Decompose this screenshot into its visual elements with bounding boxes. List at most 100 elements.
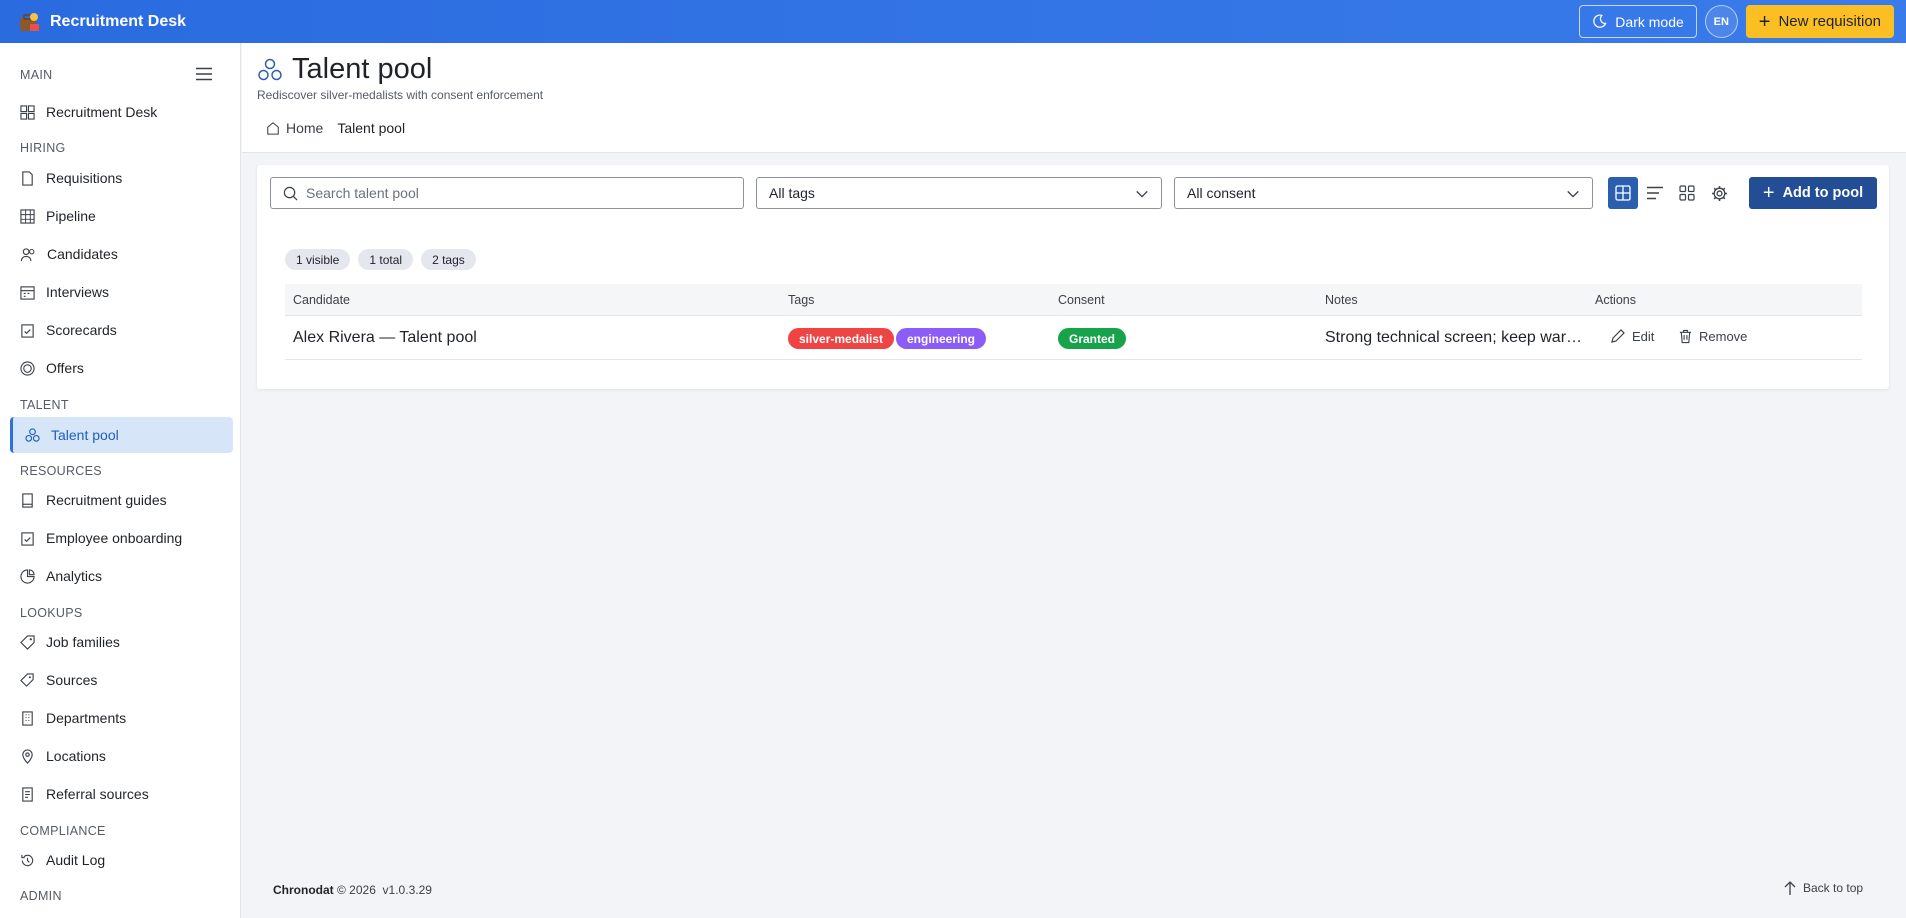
page-subtitle: Rediscover silver-medalists with consent… xyxy=(257,88,544,102)
clipboard-check-icon xyxy=(21,531,34,546)
edit-button[interactable]: Edit xyxy=(1610,328,1654,344)
sidebar-item-label: Departments xyxy=(46,710,127,726)
footer-company: Chronodat xyxy=(273,883,334,897)
plus-icon: + xyxy=(1762,182,1775,204)
home-icon xyxy=(267,122,279,135)
breadcrumb-home-label: Home xyxy=(286,120,324,136)
history-icon xyxy=(21,854,34,866)
sidebar-item-job-families[interactable]: Job families xyxy=(10,625,233,659)
sidebar-item-departments[interactable]: Departments xyxy=(10,701,233,735)
sidebar-item-candidates[interactable]: Candidates xyxy=(10,237,233,271)
arrow-up-icon xyxy=(1784,881,1796,895)
brand[interactable]: Recruitment Desk xyxy=(18,11,186,33)
sidebar-item-label: Analytics xyxy=(46,568,103,584)
sidebar-item-label: Locations xyxy=(46,748,106,764)
sidebar-item-recruitment-guides[interactable]: Recruitment guides xyxy=(10,483,233,517)
search-input[interactable] xyxy=(306,185,726,201)
sidebar-item-label: Referral sources xyxy=(46,786,149,802)
column-header-notes[interactable]: Notes xyxy=(1325,293,1358,307)
sidebar-item-interviews[interactable]: Interviews xyxy=(10,275,233,309)
remove-button[interactable]: Remove xyxy=(1678,328,1747,344)
section-label-resources: RESOURCES xyxy=(20,464,102,478)
table-icon xyxy=(1615,185,1631,201)
sidebar-item-recruitment-desk[interactable]: Recruitment Desk xyxy=(10,95,233,129)
tag-badge-engineering: engineering xyxy=(896,328,987,349)
sidebar-item-label: Talent pool xyxy=(51,427,119,443)
search-box[interactable] xyxy=(270,177,744,209)
breadcrumb: Home Talent pool xyxy=(266,120,405,136)
column-header-candidate[interactable]: Candidate xyxy=(293,293,350,307)
section-label-admin: ADMIN xyxy=(20,889,62,903)
sidebar-item-label: Recruitment guides xyxy=(46,492,167,508)
sidebar-item-scorecards[interactable]: Scorecards xyxy=(10,313,233,347)
sidebar-item-label: Candidates xyxy=(47,246,118,262)
sidebar-item-label: Audit Log xyxy=(46,852,106,868)
column-header-consent[interactable]: Consent xyxy=(1058,293,1105,307)
sidebar-item-employee-onboarding[interactable]: Employee onboarding xyxy=(10,521,233,555)
consent-filter-value: All consent xyxy=(1187,185,1256,201)
sidebar-item-audit-log[interactable]: Audit Log xyxy=(10,843,233,877)
sidebar-item-locations[interactable]: Locations xyxy=(10,739,233,773)
talent-pool-icon xyxy=(257,58,283,89)
sidebar-item-label: Offers xyxy=(46,360,84,376)
breadcrumb-home[interactable]: Home xyxy=(266,120,323,136)
new-requisition-label: New requisition xyxy=(1778,13,1881,30)
tags-filter-select[interactable]: All tags xyxy=(756,177,1162,209)
sidebar-item-referral-sources[interactable]: Referral sources xyxy=(10,777,233,811)
grid-icon xyxy=(20,208,35,224)
settings-button[interactable] xyxy=(1704,177,1734,209)
chevron-down-icon xyxy=(1136,190,1148,198)
chart-pie-icon xyxy=(20,568,35,584)
sidebar-item-pipeline[interactable]: Pipeline xyxy=(10,199,233,233)
gear-icon xyxy=(1711,185,1727,201)
sidebar-item-label: Recruitment Desk xyxy=(46,104,158,120)
grid-view-button[interactable] xyxy=(1672,177,1702,209)
sidebar-item-talent-pool[interactable]: Talent pool xyxy=(10,417,233,453)
hamburger-menu-icon[interactable] xyxy=(196,67,212,86)
sidebar: MAIN Recruitment Desk HIRING Requisition… xyxy=(0,43,241,918)
new-requisition-button[interactable]: + New requisition xyxy=(1745,5,1894,38)
summary-chips: 1 visible 1 total 2 tags xyxy=(285,249,484,270)
remove-label: Remove xyxy=(1699,328,1748,344)
sidebar-item-label: Scorecards xyxy=(46,322,117,338)
top-bar: Recruitment Desk Dark mode EN + New requ… xyxy=(0,0,1906,43)
add-to-pool-button[interactable]: + Add to pool xyxy=(1749,177,1877,209)
section-label-lookups: LOOKUPS xyxy=(20,606,83,620)
total-count-chip: 1 total xyxy=(358,249,414,270)
column-header-tags[interactable]: Tags xyxy=(788,293,814,307)
tags-filter-value: All tags xyxy=(769,185,815,201)
table-row[interactable]: Alex Rivera — Talent pool silver-medalis… xyxy=(285,316,1862,360)
edit-label: Edit xyxy=(1632,328,1655,344)
building-icon xyxy=(22,710,33,726)
dashboard-icon xyxy=(20,104,35,120)
sidebar-item-sources[interactable]: Sources xyxy=(10,663,233,697)
language-switcher[interactable]: EN xyxy=(1704,5,1738,38)
talent-pool-card: All tags All consent + Add to pool 1 vis… xyxy=(257,165,1889,389)
tag-icon xyxy=(20,634,35,650)
chevron-down-icon xyxy=(1567,190,1579,198)
target-icon xyxy=(20,360,35,376)
list-view-button[interactable] xyxy=(1640,177,1670,209)
page-header: Talent pool Rediscover silver-medalists … xyxy=(242,43,1906,153)
section-label-compliance: COMPLIANCE xyxy=(20,824,106,838)
talent-pool-icon xyxy=(25,427,40,442)
footer-info: Chronodat © 2026 v1.0.3.29 xyxy=(273,883,432,897)
consent-filter-select[interactable]: All consent xyxy=(1174,177,1593,209)
brand-name: Recruitment Desk xyxy=(50,12,187,30)
sidebar-item-label: Interviews xyxy=(46,284,110,300)
pencil-icon xyxy=(1611,329,1625,343)
table-view-button[interactable] xyxy=(1608,177,1638,209)
sidebar-item-analytics[interactable]: Analytics xyxy=(10,559,233,593)
back-to-top-link[interactable]: Back to top xyxy=(1783,880,1863,896)
sidebar-item-requisitions[interactable]: Requisitions xyxy=(10,161,233,195)
candidate-name[interactable]: Alex Rivera — Talent pool xyxy=(293,329,477,347)
breadcrumb-current: Talent pool xyxy=(337,120,406,136)
dark-mode-label: Dark mode xyxy=(1615,13,1684,30)
page-title: Talent pool xyxy=(292,53,433,85)
sidebar-item-label: Pipeline xyxy=(46,208,96,224)
sidebar-item-offers[interactable]: Offers xyxy=(10,351,233,385)
moon-icon xyxy=(1593,14,1607,28)
clipboard-check-icon xyxy=(21,323,34,338)
dark-mode-button[interactable]: Dark mode xyxy=(1579,5,1697,38)
back-to-top-label: Back to top xyxy=(1803,881,1864,895)
